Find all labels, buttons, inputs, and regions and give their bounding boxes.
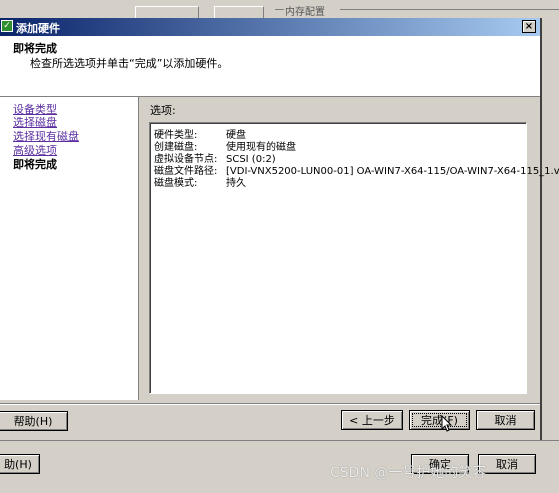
- summary-value: [VDI-VNX5200-LUN00-01] OA-WIN7-X64-115/O…: [226, 166, 559, 177]
- summary-value: 持久: [226, 178, 246, 189]
- cancel-button[interactable]: 取消: [476, 410, 535, 430]
- footer-divider: [0, 403, 540, 405]
- summary-key: 磁盘模式:: [154, 178, 198, 189]
- step-title: 即将完成: [13, 42, 57, 55]
- summary-row: 磁盘模式: 持久: [154, 174, 246, 189]
- dialog-title: 添加硬件: [16, 22, 60, 35]
- parent-window-edge: [540, 18, 559, 440]
- mouse-cursor-icon: [441, 415, 453, 432]
- app-icon: ✓: [1, 20, 13, 32]
- finish-button[interactable]: 完成(F): [409, 410, 470, 430]
- back-button[interactable]: < 上一步: [341, 410, 403, 430]
- nav-item-ready-to-complete: 即将完成: [13, 158, 57, 171]
- options-label: 选项:: [150, 104, 176, 117]
- summary-panel: 硬件类型: 硬盘 创建磁盘: 使用现有的磁盘 虚拟设备节点: SCSI (0:2) 磁…: [149, 122, 559, 394]
- help-button[interactable]: 帮助(H): [0, 411, 68, 431]
- watermark: CSDN @一号护她的笑容: [330, 465, 487, 481]
- add-hardware-dialog: ✓ 添加硬件 × 即将完成 检查所选选项并单击“完成”以添加硬件。 设备类型 选…: [0, 18, 559, 440]
- group-frame-line: [275, 9, 284, 10]
- memory-config-label: 内存配置: [285, 7, 325, 18]
- step-subtitle: 检查所选选项并单击“完成”以添加硬件。: [30, 57, 229, 70]
- close-button[interactable]: ×: [522, 20, 536, 33]
- dialog-titlebar[interactable]: ✓ 添加硬件 ×: [0, 18, 540, 36]
- wizard-step-list: 设备类型 选择磁盘 选择现有磁盘 高级选项 即将完成: [0, 97, 139, 400]
- parent-cancel-button[interactable]: 取消: [478, 454, 536, 474]
- wizard-header: 即将完成 检查所选选项并单击“完成”以添加硬件。: [0, 36, 540, 97]
- group-frame-line: [340, 9, 559, 10]
- parent-help-button[interactable]: 助(H): [0, 454, 40, 474]
